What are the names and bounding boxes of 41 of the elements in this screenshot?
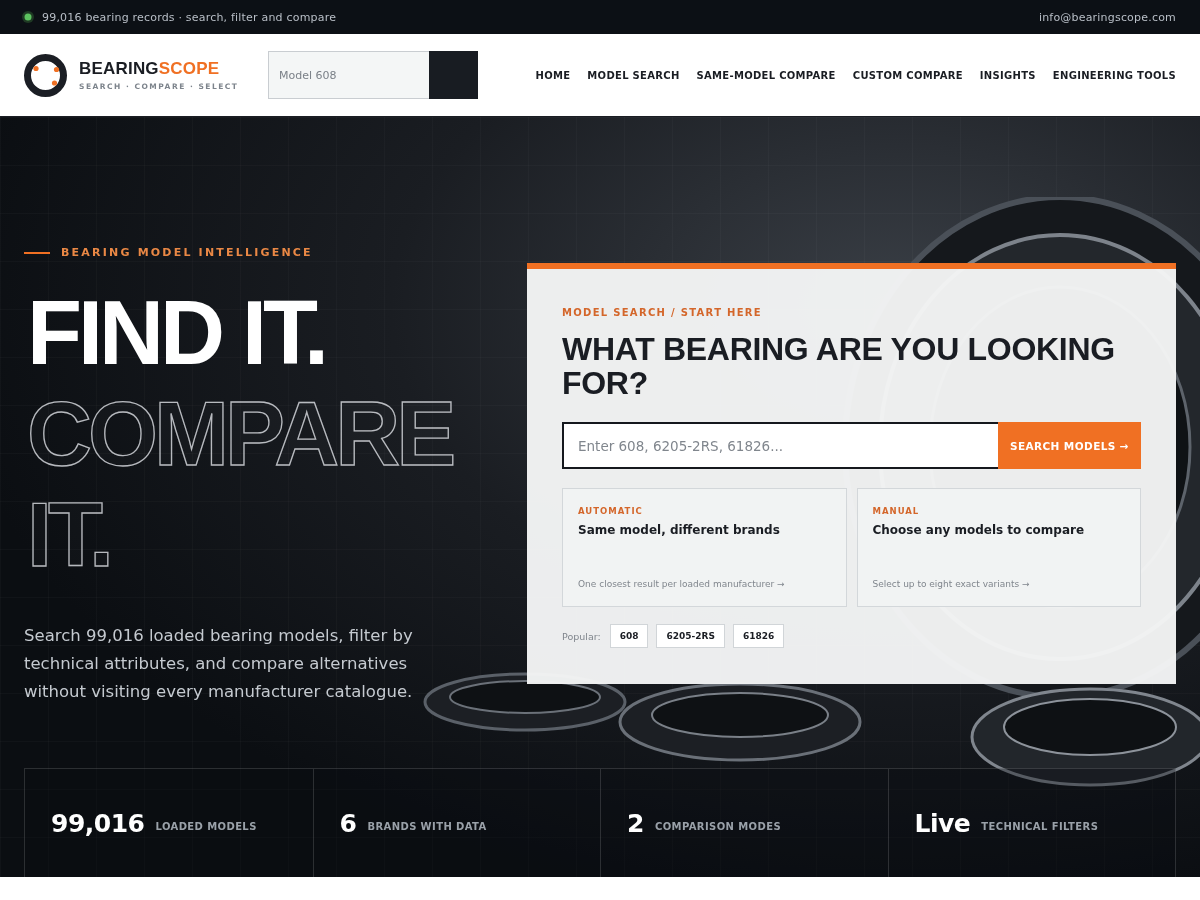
stat-label: BRANDS WITH DATA [367,819,487,832]
popular-label: Popular: [562,630,601,642]
section-eyebrow: BEARING MODEL INTELLIGENCE [61,246,313,259]
model-search-field[interactable]: Enter 608, 6205-2RS, 61826... [562,422,998,469]
stat-value: 99,016 [51,808,145,838]
status-text: 99,016 bearing records · search, filter and compare [42,10,337,24]
status-dot-icon [22,11,34,23]
stat-value: 2 [627,808,644,838]
mode-title: Same model, different brands [578,523,781,537]
nav-link[interactable]: MODEL SEARCH [587,69,680,81]
popular-model-chip[interactable]: 608 [609,624,649,648]
hero-description: Search 99,016 loaded bearing models, filter by technical attributes, and compare alternatives without visiting every manufacturer catalogue. [24,625,414,703]
stat-label: LOADED MODELS [155,819,257,832]
mode-note: Select up to eight exact variants → [872,579,1031,589]
mode-title: Choose any models to compare [872,523,1086,537]
search-button[interactable] [429,51,478,99]
nav-link[interactable]: ENGINEERING TOOLS [1052,69,1176,81]
mode-tag: AUTOMATIC [578,506,831,516]
card-title: WHAT BEARING ARE YOU LOOKING FOR? [562,332,1116,400]
mode-tag: MANUAL [872,506,1125,516]
compare-mode-card[interactable]: MANUAL Choose any models to compare Select up to eight exact variants → [856,488,1141,607]
stat-label: TECHNICAL FILTERS [981,819,1099,832]
card-eyebrow: MODEL SEARCH / START HERE [562,307,763,318]
accent-line [24,251,50,254]
ring-logo-icon [24,53,67,97]
stat-value: Live [914,808,971,838]
model-search-input[interactable]: Model 608 [268,51,429,99]
headline-text: FIND IT. [26,283,326,384]
outline-headline-text: COMPARE IT. [26,384,455,586]
nav-link[interactable]: SAME-MODEL COMPARE [696,69,836,81]
nav-link[interactable]: CUSTOM COMPARE [852,69,963,81]
stat-value: 6 [339,808,357,838]
mode-note: One closest result per loaded manufacturer → [578,579,786,589]
stat-label: COMPARISON MODES [654,819,781,832]
nav-link[interactable]: INSIGHTS [979,69,1036,81]
popular-model-chip[interactable]: 6205-2RS [656,624,725,648]
brand-name[interactable]: BEARINGSCOPE [79,59,239,77]
compare-mode-card[interactable]: AUTOMATIC Same model, different brands One closest result per loaded manufacturer → [562,488,847,607]
nav-link[interactable]: HOME [535,69,571,81]
email-link[interactable]: info@bearingscope.com [1038,10,1176,24]
popular-model-chip[interactable]: 61826 [732,624,785,648]
